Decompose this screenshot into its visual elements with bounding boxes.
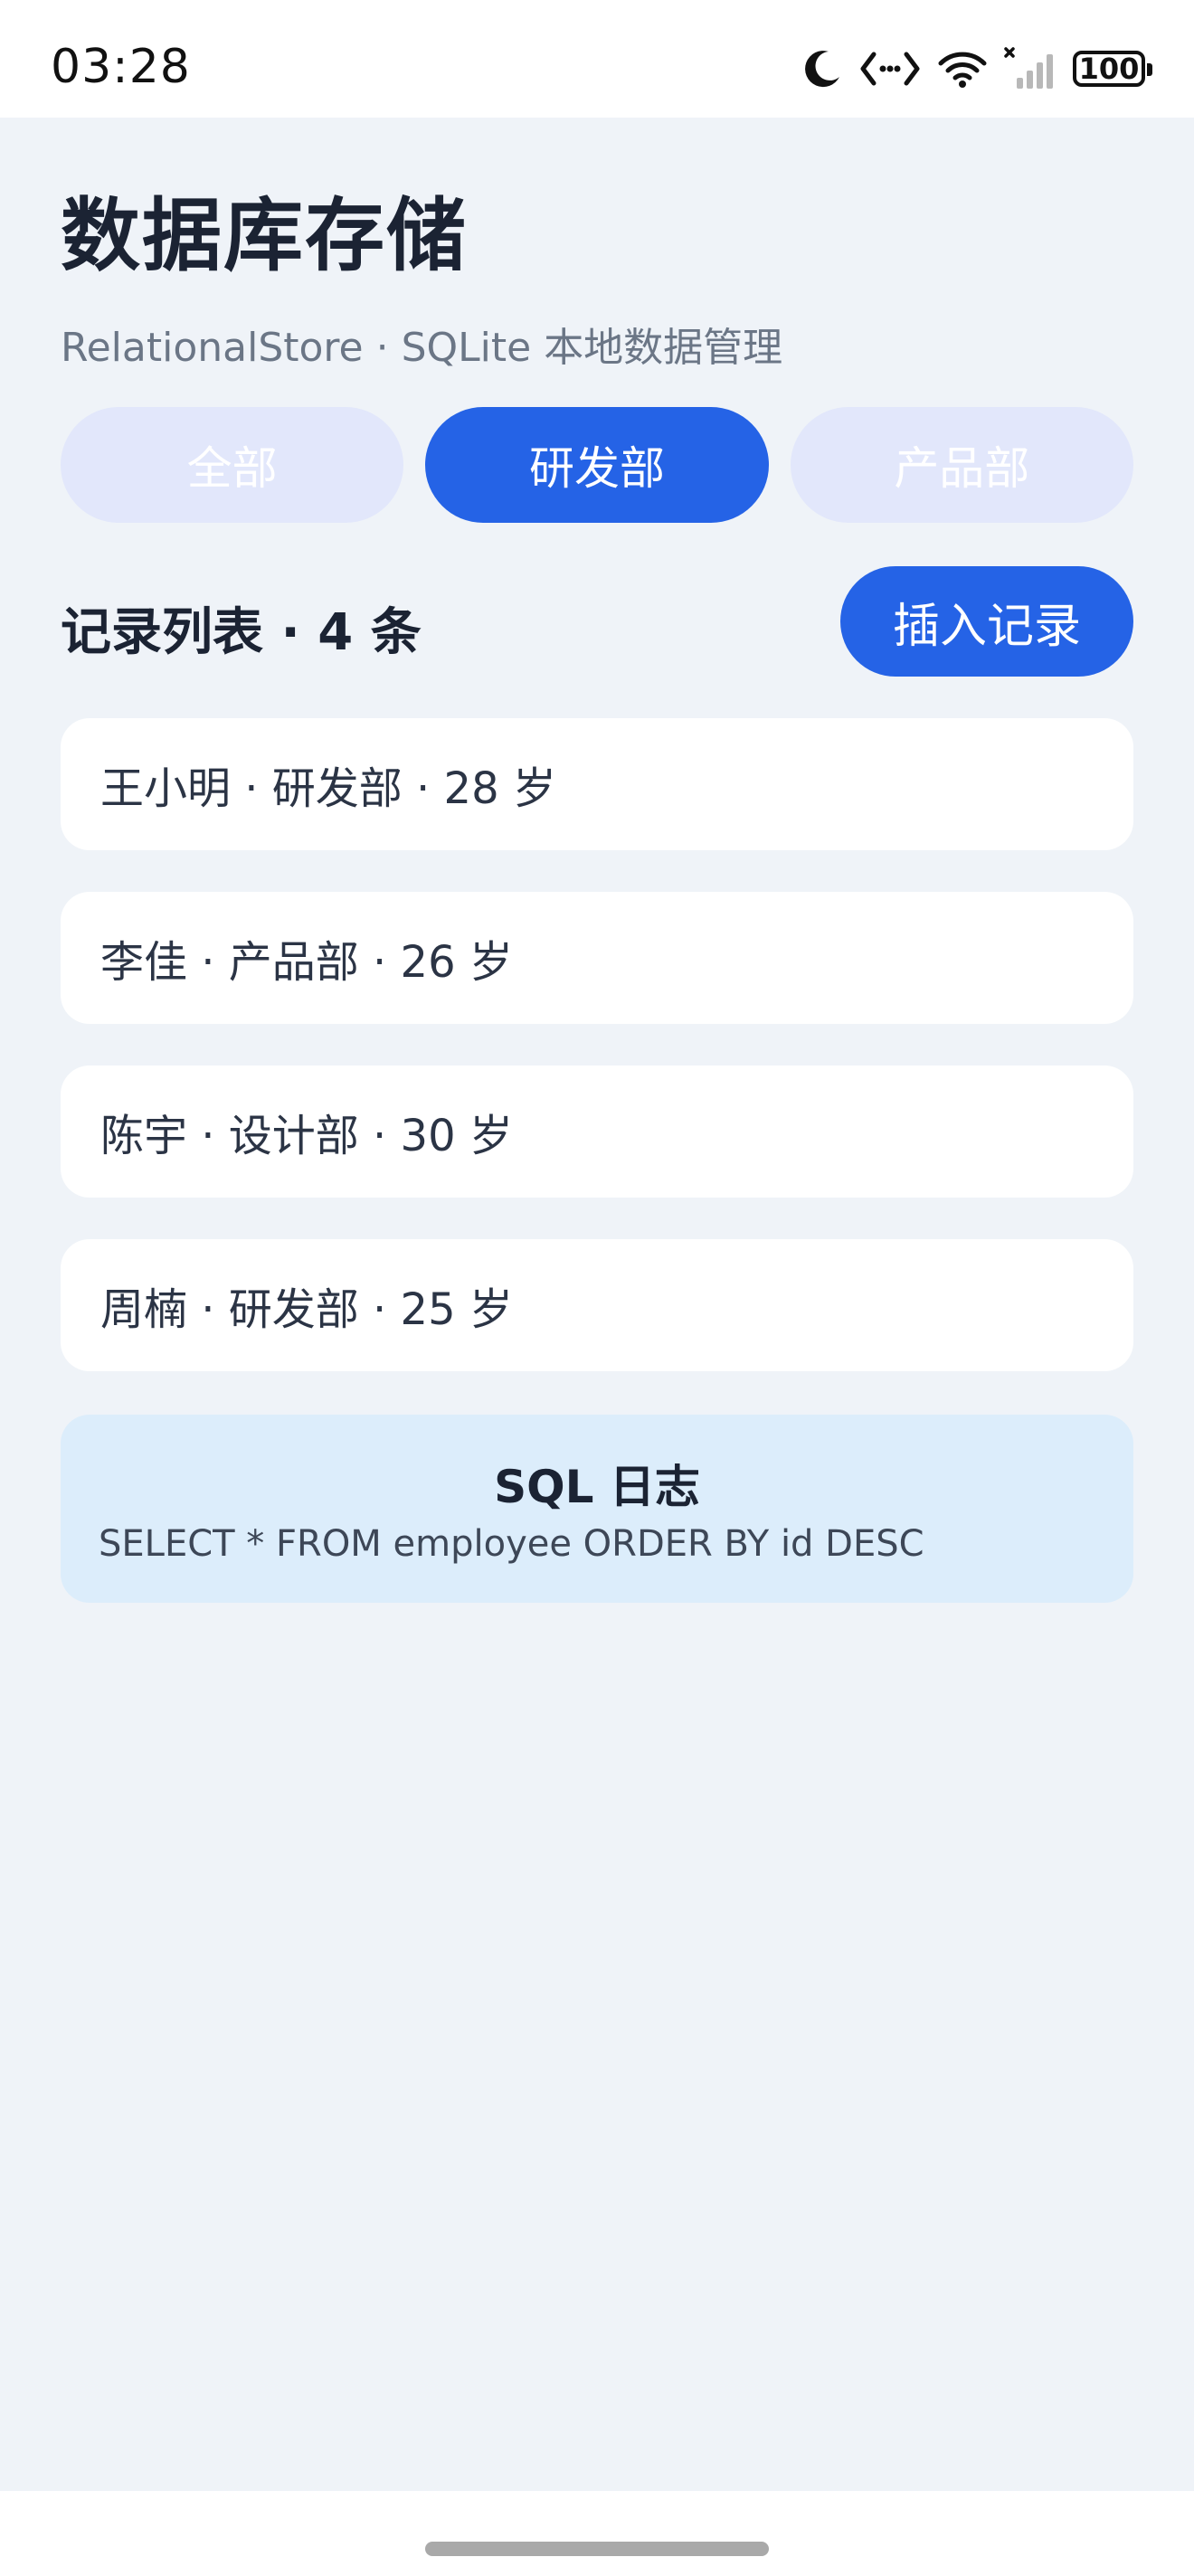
insert-record-button[interactable]: 插入记录 [840,566,1133,677]
sql-log-title: SQL 日志 [494,1461,700,1513]
record-item[interactable]: 周楠 · 研发部 · 25 岁 [61,1239,1133,1371]
wifi-icon [937,49,988,89]
home-indicator[interactable] [425,2542,769,2556]
page-subtitle: RelationalStore · SQLite 本地数据管理 [61,325,783,371]
battery-icon: 100 [1073,51,1152,87]
page-title: 数据库存储 [61,189,469,282]
list-header: 记录列表 · 4 条 插入记录 [61,566,1133,677]
record-item[interactable]: 李佳 · 产品部 · 26 岁 [61,892,1133,1024]
tab-product[interactable]: 产品部 [790,407,1133,523]
department-filter-tabs: 全部 研发部 产品部 [61,407,1133,523]
code-icon [859,51,921,87]
record-list-title: 记录列表 · 4 条 [61,603,422,662]
sql-log-text: SELECT * FROM employee ORDER BY id DESC [99,1523,924,1565]
tab-all[interactable]: 全部 [61,407,404,523]
status-time: 03:28 [51,40,191,94]
record-item[interactable]: 陈宇 · 设计部 · 30 岁 [61,1065,1133,1198]
navigation-bar [0,2491,1194,2576]
sql-log-panel: SQL 日志 SELECT * FROM employee ORDER BY i… [61,1415,1133,1603]
tab-rd[interactable]: 研发部 [425,407,769,523]
record-item[interactable]: 王小明 · 研发部 · 28 岁 [61,718,1133,850]
record-list: 王小明 · 研发部 · 28 岁 李佳 · 产品部 · 26 岁 陈宇 · 设计… [61,718,1133,1413]
signal-icon [1004,47,1057,90]
moon-icon [801,48,843,90]
status-icons: 100 [801,43,1152,94]
status-bar: 03:28 100 [0,0,1194,118]
